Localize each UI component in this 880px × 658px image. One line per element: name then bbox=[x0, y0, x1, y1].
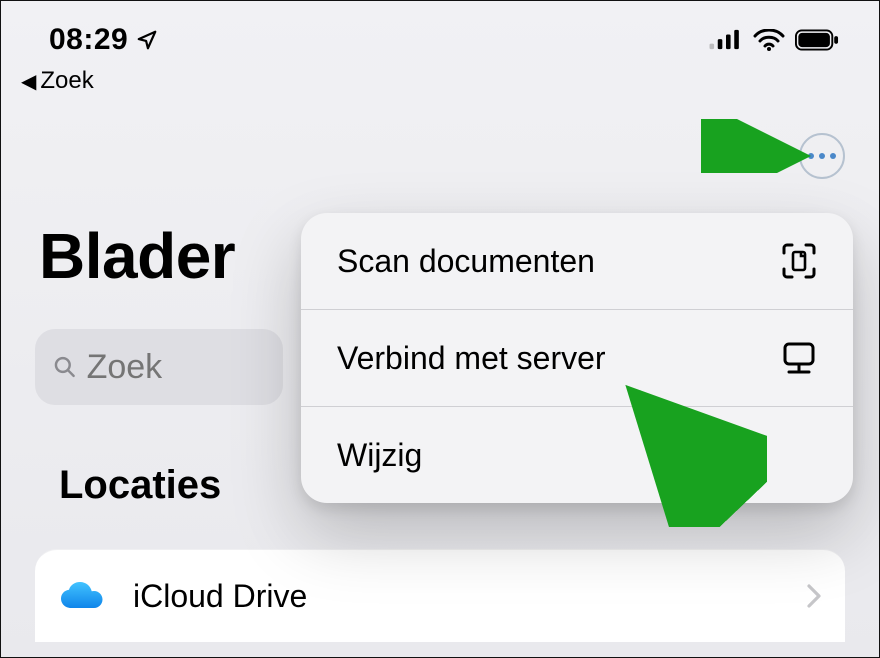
battery-icon bbox=[795, 29, 839, 51]
locations-list: iCloud Drive bbox=[35, 549, 845, 642]
ellipsis-icon bbox=[808, 153, 836, 159]
chevron-right-icon bbox=[807, 584, 821, 608]
menu-item-label: Wijzig bbox=[337, 437, 422, 474]
annotation-arrow bbox=[701, 119, 811, 173]
server-icon bbox=[779, 338, 819, 378]
page-title: Blader bbox=[39, 219, 235, 293]
location-label: iCloud Drive bbox=[133, 578, 785, 615]
menu-item-label: Scan documenten bbox=[337, 243, 595, 280]
search-input[interactable] bbox=[87, 348, 265, 387]
menu-scan-documents[interactable]: Scan documenten bbox=[301, 213, 853, 309]
status-bar: 08:29 bbox=[1, 1, 879, 61]
back-link[interactable]: ◀ Zoek bbox=[1, 61, 879, 95]
location-icloud-drive[interactable]: iCloud Drive bbox=[35, 550, 845, 642]
icloud-icon bbox=[53, 567, 111, 625]
actions-menu: Scan documenten Verbind met server Wijzi… bbox=[301, 213, 853, 503]
search-icon bbox=[53, 353, 77, 381]
menu-edit[interactable]: Wijzig bbox=[301, 407, 853, 503]
cellular-icon bbox=[709, 29, 743, 51]
location-icon bbox=[136, 29, 158, 51]
back-caret-icon: ◀ bbox=[21, 69, 36, 94]
menu-item-label: Verbind met server bbox=[337, 340, 606, 377]
document-scan-icon bbox=[779, 241, 819, 281]
wifi-icon bbox=[753, 29, 785, 51]
status-right bbox=[709, 29, 847, 51]
more-button[interactable] bbox=[799, 133, 845, 179]
back-label: Zoek bbox=[40, 67, 93, 95]
locations-header[interactable]: Locaties bbox=[59, 463, 221, 508]
menu-connect-server[interactable]: Verbind met server bbox=[301, 310, 853, 406]
status-left: 08:29 bbox=[49, 23, 158, 57]
search-field[interactable] bbox=[35, 329, 283, 405]
status-time: 08:29 bbox=[49, 23, 128, 57]
